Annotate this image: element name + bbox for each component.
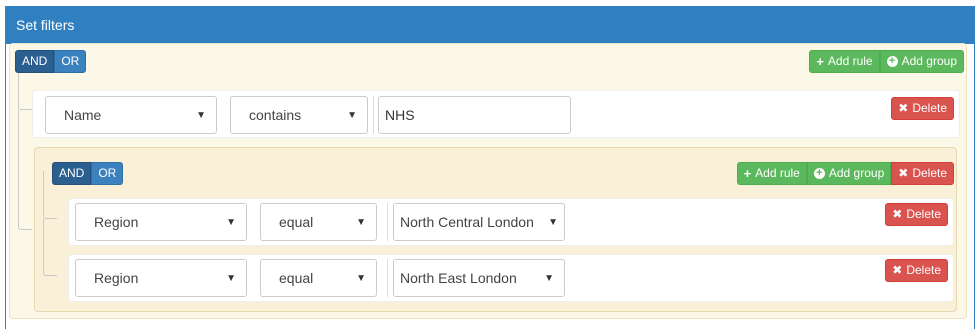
field-select[interactable]: Name ▼ [45, 96, 217, 134]
field-select-value: Region [94, 270, 139, 286]
value-select-value: North East London [400, 270, 517, 286]
rule-row: Region ▼ equal ▼ North East London ▼ ✖ D… [68, 254, 954, 302]
value-select[interactable]: North East London ▼ [393, 259, 565, 297]
times-icon: ✖ [898, 166, 909, 180]
divider [387, 259, 388, 297]
value-input[interactable]: NHS [378, 96, 571, 134]
inner-rule-group: AND OR + Add rule + Add group ✖ Delete R… [34, 147, 957, 312]
caret-down-icon: ▼ [196, 109, 206, 121]
delete-rule-button[interactable]: ✖ Delete [885, 259, 948, 282]
and-button[interactable]: AND [15, 50, 55, 73]
operator-select-value: equal [279, 214, 314, 230]
rule-row: Region ▼ equal ▼ North Central London ▼ … [68, 198, 954, 246]
operator-select-value: equal [279, 270, 314, 286]
value-input-text: NHS [385, 107, 415, 123]
delete-group-button[interactable]: ✖ Delete [891, 162, 954, 185]
delete-label: Delete [906, 263, 941, 277]
add-rule-label: Add rule [827, 54, 873, 68]
add-group-label: Add group [901, 54, 957, 68]
tree-connector [43, 219, 57, 276]
plus-circle-icon: + [813, 168, 825, 179]
divider [373, 96, 374, 134]
rule-row: Name ▼ contains ▼ NHS ✖ Delete [32, 90, 960, 138]
field-select[interactable]: Region ▼ [75, 259, 247, 297]
tree-connector [18, 67, 32, 110]
operator-select[interactable]: equal ▼ [260, 203, 377, 241]
add-group-button[interactable]: + Add group [879, 50, 964, 73]
plus-icon: + [816, 54, 824, 69]
caret-down-icon: ▼ [356, 272, 366, 284]
add-group-button[interactable]: + Add group [806, 162, 892, 185]
caret-down-icon: ▼ [347, 109, 357, 121]
times-icon: ✖ [892, 263, 903, 277]
and-button[interactable]: AND [52, 162, 92, 185]
field-select-value: Name [64, 107, 102, 123]
operator-select[interactable]: contains ▼ [230, 96, 368, 134]
value-select-value: North Central London [400, 214, 534, 230]
times-icon: ✖ [892, 207, 903, 221]
operator-select[interactable]: equal ▼ [260, 259, 377, 297]
plus-icon: + [743, 166, 752, 181]
value-select[interactable]: North Central London ▼ [393, 203, 565, 241]
add-rule-button[interactable]: + Add rule [809, 50, 880, 73]
delete-rule-button[interactable]: ✖ Delete [885, 203, 948, 226]
caret-down-icon: ▼ [544, 272, 554, 284]
operator-select-value: contains [249, 107, 302, 123]
caret-down-icon: ▼ [226, 272, 236, 284]
add-rule-label: Add rule [755, 166, 800, 180]
delete-label: Delete [906, 207, 941, 221]
panel-title: Set filters [6, 6, 974, 44]
times-icon: ✖ [898, 101, 909, 115]
outer-group-actions: + Add rule + Add group [809, 50, 964, 73]
or-button[interactable]: OR [91, 162, 124, 185]
delete-rule-button[interactable]: ✖ Delete [891, 97, 954, 120]
field-select[interactable]: Region ▼ [75, 203, 247, 241]
delete-label: Delete [912, 166, 947, 180]
inner-group-actions: + Add rule + Add group ✖ Delete [736, 162, 954, 185]
add-group-label: Add group [828, 166, 885, 180]
or-button[interactable]: OR [54, 50, 87, 73]
add-rule-button[interactable]: + Add rule [736, 162, 807, 185]
field-select-value: Region [94, 214, 139, 230]
plus-circle-icon: + [886, 56, 898, 67]
inner-condition-toggle: AND OR [52, 162, 124, 185]
delete-label: Delete [912, 101, 947, 115]
outer-condition-toggle: AND OR [15, 50, 87, 73]
caret-down-icon: ▼ [226, 216, 236, 228]
caret-down-icon: ▼ [356, 216, 366, 228]
caret-down-icon: ▼ [548, 216, 558, 228]
tree-connector [18, 110, 32, 230]
divider [387, 203, 388, 241]
